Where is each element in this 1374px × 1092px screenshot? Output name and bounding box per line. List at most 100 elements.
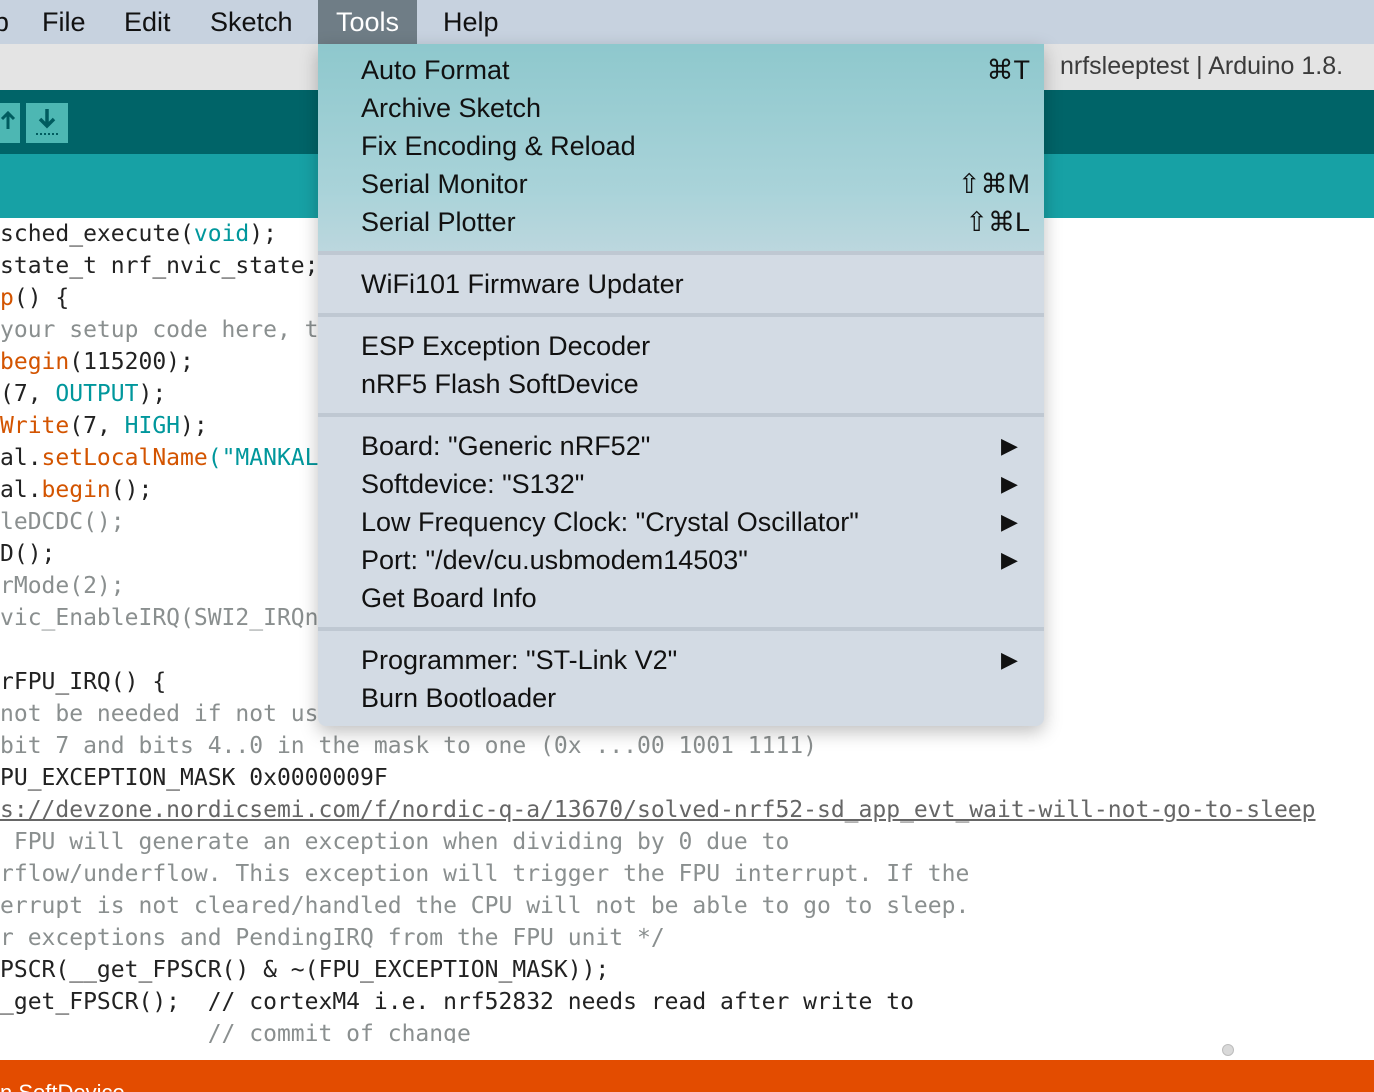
scrollbar-knob[interactable] bbox=[1222, 1044, 1234, 1056]
code-token: begin bbox=[0, 349, 70, 375]
menu-item-programmer-st-link-v2[interactable]: Programmer: "ST-Link V2" bbox=[361, 641, 677, 679]
code-token: () { bbox=[13, 285, 70, 311]
code-token: ); bbox=[180, 413, 208, 439]
code-line: Write(7, HIGH); bbox=[0, 410, 208, 442]
code-line: al.setLocalName("MANKAL bbox=[0, 442, 319, 474]
code-line: bit 7 and bits 4..0 in the mask to one (… bbox=[0, 730, 817, 762]
menu-item-low-frequency-clock-crystal-oscillator[interactable]: Low Frequency Clock: "Crystal Oscillator… bbox=[361, 503, 859, 541]
code-token: setLocalName bbox=[41, 445, 208, 471]
code-token: rFPU_IRQ() { bbox=[0, 669, 167, 695]
menu-separator bbox=[318, 413, 1044, 417]
submenu-arrow-icon: ▶ bbox=[1001, 433, 1018, 458]
code-token: D(); bbox=[0, 541, 56, 567]
code-line: // commit of change bbox=[0, 1018, 471, 1043]
code-line: sched_execute(void); bbox=[0, 218, 277, 250]
code-token: rMode(2); bbox=[0, 573, 125, 599]
submenu-arrow-icon: ▶ bbox=[1001, 471, 1018, 496]
window-title: nrfsleeptest | Arduino 1.8. bbox=[1060, 52, 1344, 80]
code-token: ); bbox=[138, 381, 167, 407]
code-line: begin(115200); bbox=[0, 346, 194, 378]
code-token: _get_FPSCR(); // cortexM4 i.e. nrf52832 … bbox=[0, 989, 914, 1015]
menu-item-serial-monitor[interactable]: Serial Monitor bbox=[361, 165, 528, 203]
menu-tools[interactable]: Tools bbox=[318, 0, 418, 44]
code-line: rMode(2); bbox=[0, 570, 125, 602]
code-line: rFPU_IRQ() { bbox=[0, 666, 166, 698]
apple-menu-partial[interactable]: ɒ bbox=[0, 0, 9, 44]
upload-button[interactable] bbox=[0, 103, 20, 143]
code-line: PU_EXCEPTION_MASK 0x0000009F bbox=[0, 762, 388, 794]
code-token: rflow/underflow. This exception will tri… bbox=[0, 861, 970, 887]
shortcut-label: ⌘T bbox=[986, 55, 1031, 85]
editor-status-strip bbox=[0, 1043, 1374, 1060]
code-token: ); bbox=[249, 221, 277, 247]
code-token: (7, bbox=[0, 381, 56, 407]
code-token: (); bbox=[110, 477, 153, 503]
code-token: sched_execute( bbox=[0, 221, 194, 247]
code-line: errupt is not cleared/handled the CPU wi… bbox=[0, 890, 969, 922]
code-token: Write bbox=[0, 413, 70, 439]
code-token: p bbox=[0, 285, 14, 311]
code-line: (7, OUTPUT); bbox=[0, 378, 166, 410]
code-token: OUTPUT bbox=[55, 381, 139, 407]
save-icon bbox=[36, 109, 58, 135]
menu-item-port-dev-cu-usbmodem14503[interactable]: Port: "/dev/cu.usbmodem14503" bbox=[361, 541, 748, 579]
menu-separator bbox=[318, 313, 1044, 317]
menu-help[interactable]: Help bbox=[443, 0, 499, 44]
menu-item-esp-exception-decoder[interactable]: ESP Exception Decoder bbox=[361, 327, 650, 365]
menu-item-fix-encoding-reload[interactable]: Fix Encoding & Reload bbox=[361, 127, 636, 165]
console-status-bar: n SoftDevice bbox=[0, 1060, 1374, 1092]
menu-item-get-board-info[interactable]: Get Board Info bbox=[361, 579, 537, 617]
code-token: // commit of change bbox=[0, 1021, 471, 1043]
code-token: al. bbox=[0, 445, 42, 471]
code-token: state_t nrf_nvic_state; bbox=[0, 253, 319, 279]
menu-item-nrf5-flash-softdevice[interactable]: nRF5 Flash SoftDevice bbox=[361, 365, 639, 403]
code-token[interactable]: s://devzone.nordicsemi.com/f/nordic-q-a/… bbox=[0, 797, 1315, 823]
menu-item-auto-format[interactable]: Auto Format bbox=[361, 51, 510, 89]
code-line: vic_EnableIRQ(SWI2_IRQn bbox=[0, 602, 319, 634]
code-token: ("MANKAL bbox=[207, 445, 319, 471]
menu-item-serial-plotter[interactable]: Serial Plotter bbox=[361, 203, 516, 241]
menu-edit[interactable]: Edit bbox=[124, 0, 171, 44]
code-token: (115200); bbox=[69, 349, 194, 375]
code-line: al.begin(); bbox=[0, 474, 152, 506]
code-line: state_t nrf_nvic_state; bbox=[0, 250, 319, 282]
code-line: p() { bbox=[0, 282, 69, 314]
code-line: your setup code here, t bbox=[0, 314, 319, 346]
code-token: begin bbox=[41, 477, 111, 503]
console-message: n SoftDevice bbox=[0, 1080, 125, 1092]
menu-item-burn-bootloader[interactable]: Burn Bootloader bbox=[361, 679, 556, 717]
code-token: vic_EnableIRQ(SWI2_IRQn bbox=[0, 605, 319, 631]
code-token: bit 7 and bits 4..0 in the mask to one (… bbox=[0, 733, 817, 759]
menu-file[interactable]: File bbox=[42, 0, 86, 44]
code-token: al. bbox=[0, 477, 42, 503]
code-token: void bbox=[193, 221, 250, 247]
menu-separator bbox=[318, 627, 1044, 631]
code-line: FPU will generate an exception when divi… bbox=[0, 826, 789, 858]
code-token: leDCDC(); bbox=[0, 509, 125, 535]
menu-sketch[interactable]: Sketch bbox=[210, 0, 293, 44]
tools-dropdown-menu: Auto Format ⌘T Archive Sketch Fix Encoding … bbox=[318, 44, 1044, 726]
menu-item-wifi101-firmware-updater[interactable]: WiFi101 Firmware Updater bbox=[361, 265, 684, 303]
code-token: r exceptions and PendingIRQ from the FPU… bbox=[0, 925, 665, 951]
submenu-arrow-icon: ▶ bbox=[1001, 647, 1018, 672]
code-line: rflow/underflow. This exception will tri… bbox=[0, 858, 969, 890]
code-line: not be needed if not us bbox=[0, 698, 319, 730]
menu-bar: ɒ File Edit Sketch Tools Help bbox=[0, 0, 1374, 44]
upload-icon bbox=[0, 110, 16, 129]
code-line: _get_FPSCR(); // cortexM4 i.e. nrf52832 … bbox=[0, 986, 914, 1018]
submenu-arrow-icon: ▶ bbox=[1001, 509, 1018, 534]
menu-item-archive-sketch[interactable]: Archive Sketch bbox=[361, 89, 541, 127]
code-token: errupt is not cleared/handled the CPU wi… bbox=[0, 893, 970, 919]
code-token: HIGH bbox=[124, 413, 181, 439]
menu-item-softdevice-s132[interactable]: Softdevice: "S132" bbox=[361, 465, 584, 503]
code-line: PSCR(__get_FPSCR() & ~(FPU_EXCEPTION_MAS… bbox=[0, 954, 609, 986]
save-button[interactable] bbox=[26, 103, 68, 143]
code-line: r exceptions and PendingIRQ from the FPU… bbox=[0, 922, 665, 954]
shortcut-label: ⇧⌘M bbox=[957, 169, 1030, 199]
code-line: leDCDC(); bbox=[0, 506, 125, 538]
code-token: (7, bbox=[69, 413, 125, 439]
code-token: your setup code here, t bbox=[0, 317, 319, 343]
code-token: PU_EXCEPTION_MASK 0x0000009F bbox=[0, 765, 388, 791]
code-line: s://devzone.nordicsemi.com/f/nordic-q-a/… bbox=[0, 794, 1315, 826]
menu-item-board-generic-nrf52[interactable]: Board: "Generic nRF52" bbox=[361, 427, 650, 465]
